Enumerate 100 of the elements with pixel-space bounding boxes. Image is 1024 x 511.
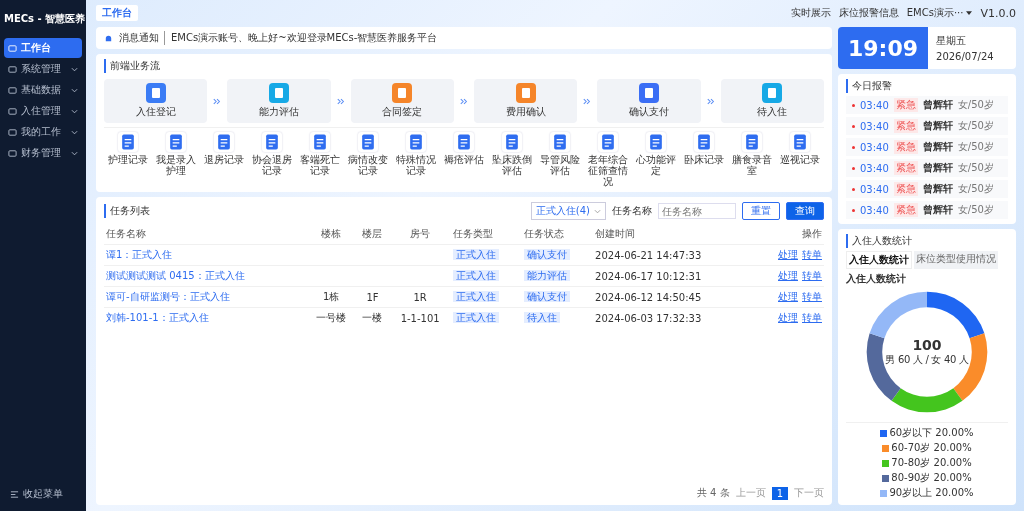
record-shortcut[interactable]: 卧床记录	[680, 132, 728, 187]
record-shortcut[interactable]: 特殊情况记录	[392, 132, 440, 187]
resident-info: 女/50岁	[957, 161, 994, 175]
column-header: 任务状态	[521, 224, 594, 245]
action-link[interactable]: 处理	[778, 270, 798, 281]
double-chevron-icon	[213, 97, 222, 105]
menu-item-icon	[8, 127, 17, 137]
collapse-icon	[10, 489, 19, 499]
column-header: 创建时间	[593, 224, 750, 245]
legend-item: 90岁以上 20.00%	[880, 486, 974, 500]
flow-step[interactable]: 费用确认	[474, 79, 578, 123]
record-shortcut[interactable]: 病情改变记录	[344, 132, 392, 187]
flow-step[interactable]: 待入住	[720, 79, 824, 123]
action-link[interactable]: 转单	[802, 249, 822, 260]
collapse-menu-button[interactable]: 收起菜单	[4, 483, 82, 505]
sidebar-item[interactable]: 工作台	[4, 38, 82, 58]
alert-dot-icon	[852, 208, 855, 212]
chart-title: 入住人数统计	[846, 272, 907, 286]
task-link[interactable]: 谭可-自研监测号：正式入住	[106, 291, 230, 302]
legend-item: 60-70岁 20.00%	[882, 441, 972, 455]
action-link[interactable]: 转单	[802, 270, 822, 281]
document-icon	[694, 132, 714, 152]
gender-breakdown: 男 60 人 / 女 40 人	[885, 353, 969, 367]
record-shortcut[interactable]: 导管风险评估	[536, 132, 584, 187]
page-number[interactable]: 1	[771, 486, 788, 500]
record-shortcut[interactable]: 褥疮评估	[440, 132, 488, 187]
table-cell: 1-1-101	[400, 312, 440, 324]
alarm-time: 03:40	[860, 162, 889, 174]
alert-dot-icon	[852, 166, 855, 170]
record-shortcut[interactable]: 巡视记录	[776, 132, 824, 187]
search-field[interactable]: 任务名称	[658, 203, 736, 219]
action-link[interactable]: 转单	[802, 291, 822, 302]
total-count: 100	[912, 337, 942, 353]
chevron-down-icon	[594, 209, 601, 214]
record-shortcut[interactable]: 护理记录	[104, 132, 152, 187]
user-menu[interactable]: EMCs演示···	[906, 6, 964, 20]
legend-item: 80-90岁 20.00%	[882, 471, 972, 485]
type-tag: 正式入住	[452, 291, 499, 302]
record-shortcut[interactable]: 膳食录音室	[728, 132, 776, 187]
version-label: V1.0.0	[980, 6, 1016, 20]
date-label: 2026/07/24	[936, 51, 994, 62]
chevron-down-icon	[71, 129, 78, 135]
task-link[interactable]: 谭1：正式入住	[106, 249, 173, 260]
resident-info: 女/50岁	[957, 140, 994, 154]
alert-dot-icon	[852, 187, 855, 191]
flow-step[interactable]: 入住登记	[104, 79, 208, 123]
chevron-down-icon	[71, 150, 78, 156]
record-shortcut[interactable]: 坠床跌倒评估	[488, 132, 536, 187]
record-shortcut[interactable]: 客端死亡记录	[296, 132, 344, 187]
document-icon	[262, 132, 282, 152]
flow-step[interactable]: 合同签定	[350, 79, 454, 123]
record-shortcut[interactable]: 老年综合征筛查情况	[584, 132, 632, 187]
stats-tab[interactable]: 床位类型使用情况	[914, 251, 998, 269]
action-link[interactable]: 处理	[778, 291, 798, 302]
page-tab[interactable]: 工作台	[96, 5, 138, 21]
document-icon	[118, 132, 138, 152]
column-header: 任务名称	[104, 224, 307, 245]
task-link[interactable]: 测试测试测试 0415：正式入住	[106, 270, 245, 281]
header-link[interactable]: 实时展示	[790, 6, 831, 20]
sidebar-item[interactable]: 入住管理	[4, 101, 82, 121]
sidebar-item[interactable]: 系统管理	[4, 59, 82, 79]
table-cell: 2024-06-12 14:50:45	[595, 291, 702, 303]
sidebar-item[interactable]: 财务管理	[4, 143, 82, 163]
status-tag: 待入住	[523, 312, 560, 323]
query-button[interactable]: 查询	[786, 202, 824, 220]
sidebar-item[interactable]: 基础数据	[4, 80, 82, 100]
notice-text: EMCs演示账号、晚上好~欢迎登录MECs-智慧医养服务平台	[171, 31, 438, 45]
stats-tab[interactable]: 入住人数统计	[846, 251, 912, 269]
record-shortcut[interactable]: 协会退房记录	[248, 132, 296, 187]
caret-down-icon	[966, 11, 973, 15]
status-tag: 确认支付	[523, 291, 570, 302]
flow-step[interactable]: 确认支付	[597, 79, 701, 123]
sidebar-item[interactable]: 我的工作	[4, 122, 82, 142]
section-title: 入住人数统计	[846, 234, 912, 248]
action-link[interactable]: 处理	[778, 249, 798, 260]
urgent-tag: 紧急	[893, 161, 918, 175]
table-cell: 2024-06-21 14:47:33	[595, 249, 702, 261]
flow-step[interactable]: 能力评估	[227, 79, 331, 123]
record-shortcut[interactable]: 我是录入护理	[152, 132, 200, 187]
document-icon	[646, 132, 666, 152]
action-link[interactable]: 转单	[802, 312, 822, 323]
resident-info: 女/50岁	[957, 98, 994, 112]
status-dropdown[interactable]: 正式入住(4)	[530, 202, 606, 220]
type-tag: 正式入住	[452, 312, 499, 323]
action-link[interactable]: 处理	[778, 312, 798, 323]
weekday-label: 星期五	[936, 34, 968, 48]
double-chevron-icon	[460, 97, 468, 105]
document-icon	[454, 132, 474, 152]
resident-name: 曾辉轩	[922, 140, 953, 154]
document-icon	[790, 132, 810, 152]
menu-item-icon	[8, 106, 17, 116]
alarm-time: 03:40	[860, 183, 889, 195]
notice-label: 消息通知	[119, 31, 165, 45]
record-shortcut[interactable]: 退房记录	[200, 132, 248, 187]
legend-item: 60岁以下 20.00%	[880, 426, 974, 440]
header-link[interactable]: 床位报警信息	[838, 6, 899, 20]
task-link[interactable]: 刘韩-101-1：正式入住	[106, 312, 209, 323]
record-shortcut[interactable]: 心功能评定	[632, 132, 680, 187]
reset-button[interactable]: 重置	[742, 202, 780, 220]
alarm-time: 03:40	[860, 99, 889, 111]
